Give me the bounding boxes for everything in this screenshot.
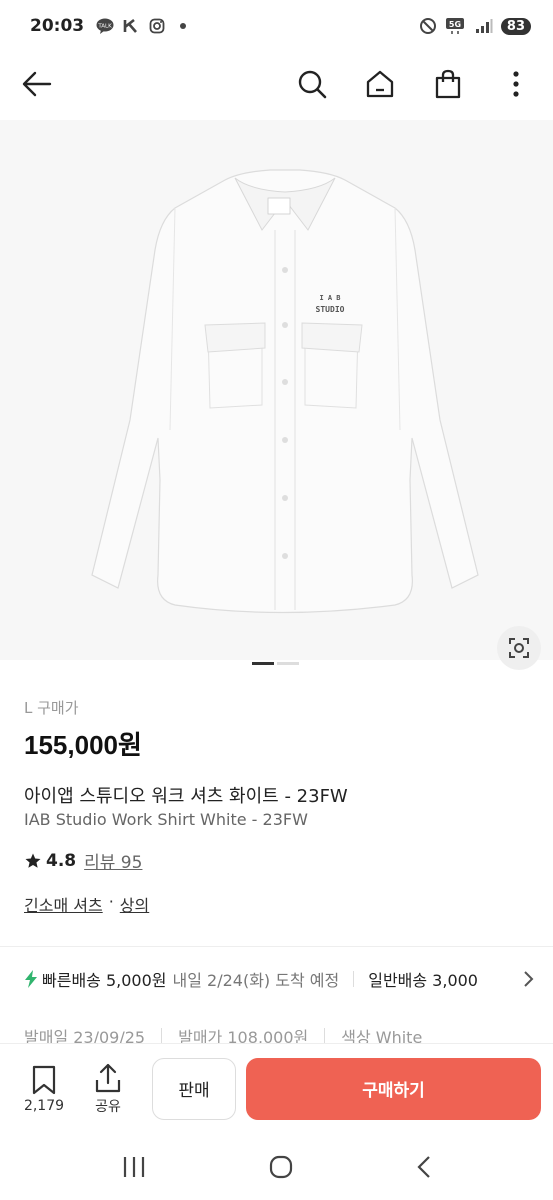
wishlist-count: 2,179 [23, 1097, 65, 1114]
product-title-ko: 아이앱 스튜디오 워크 셔츠 화이트 - 23FW [24, 786, 348, 807]
system-nav-bar [0, 1138, 553, 1200]
home-nav-button[interactable] [268, 1154, 294, 1184]
home-icon [366, 70, 394, 98]
battery-badge: 83 [500, 17, 531, 35]
logo-line-2: STUDIO [316, 305, 345, 314]
home-button[interactable] [361, 65, 399, 103]
back-nav-button[interactable] [415, 1154, 433, 1184]
share-icon [95, 1063, 121, 1092]
pagination-dot [277, 662, 299, 665]
svg-text:TALK: TALK [97, 24, 112, 30]
size-price-label: L 구매가 [24, 699, 79, 717]
star-icon [25, 853, 41, 868]
action-bar: 2,179 공유 판매 구매하기 [0, 1043, 553, 1133]
back-button[interactable] [18, 65, 56, 103]
product-title-en: IAB Studio Work Shirt White - 23FW [24, 810, 308, 829]
talk-icon: TALK [96, 17, 114, 35]
status-left-icons: TALK [96, 17, 192, 35]
image-pagination [252, 662, 299, 665]
back-arrow-icon [22, 71, 52, 97]
cart-button[interactable] [429, 65, 467, 103]
more-button[interactable] [497, 65, 535, 103]
recent-apps-button[interactable] [121, 1155, 147, 1183]
category-breadcrumb: 긴소매 셔츠 · 상의 [24, 892, 149, 916]
home-circle-icon [269, 1155, 292, 1179]
logo-line-1: I A B [319, 294, 340, 302]
category-link-shirts[interactable]: 긴소매 셔츠 [24, 892, 103, 916]
pagination-dot-active [252, 662, 274, 665]
category-link-tops[interactable]: 상의 [120, 892, 149, 916]
share-button[interactable]: 공유 [84, 1062, 132, 1116]
separator [324, 1028, 326, 1044]
status-time: 20:03 [30, 16, 85, 36]
shopping-bag-icon [435, 69, 461, 99]
5g-icon: 5G [445, 17, 467, 35]
sell-button[interactable]: 판매 [152, 1057, 236, 1120]
chevron-right-icon [524, 971, 534, 987]
review-link[interactable]: 리뷰 95 [84, 848, 142, 873]
fast-shipping-label: 빠른배송 5,000원 [42, 971, 167, 990]
search-icon [298, 70, 327, 99]
k-icon [122, 17, 140, 35]
more-vertical-icon [513, 71, 519, 97]
status-right: 5G 83 [419, 17, 531, 35]
shirt-illustration: I A B STUDIO [91, 169, 479, 614]
bookmark-icon [32, 1065, 56, 1094]
search-button[interactable] [293, 65, 331, 103]
divider [0, 946, 553, 947]
buy-button[interactable]: 구매하기 [246, 1057, 541, 1120]
product-image[interactable]: I A B STUDIO [0, 120, 553, 660]
lightning-icon [25, 970, 37, 988]
instagram-icon [148, 17, 166, 35]
lens-icon [509, 638, 529, 658]
recent-apps-icon [123, 1157, 144, 1177]
wishlist-button[interactable]: 2,179 [20, 1064, 68, 1114]
shipping-options[interactable]: 빠른배송 5,000원 내일 2/24(화) 도착 예정 일반배송 3,000 [24, 964, 553, 994]
signal-icon [475, 17, 493, 35]
price: 155,000원 [24, 730, 142, 760]
nav-actions [293, 65, 535, 103]
separator [161, 1028, 163, 1044]
network-type: 5G [449, 20, 461, 29]
rating: 4.8 리뷰 95 [24, 848, 142, 873]
share-label: 공유 [95, 1098, 121, 1115]
back-chevron-icon [416, 1156, 430, 1178]
dot-icon [174, 17, 192, 35]
category-separator: · [108, 892, 114, 911]
separator [353, 971, 355, 987]
image-search-button[interactable] [497, 626, 541, 670]
general-shipping-label: 일반배송 3,000 [368, 971, 478, 990]
rating-value: 4.8 [46, 850, 77, 871]
dnd-icon [419, 17, 437, 35]
status-bar: 20:03 TALK 5G 83 [0, 0, 553, 52]
top-nav [0, 58, 553, 110]
fast-shipping-date: 내일 2/24(화) 도착 예정 [172, 971, 340, 990]
